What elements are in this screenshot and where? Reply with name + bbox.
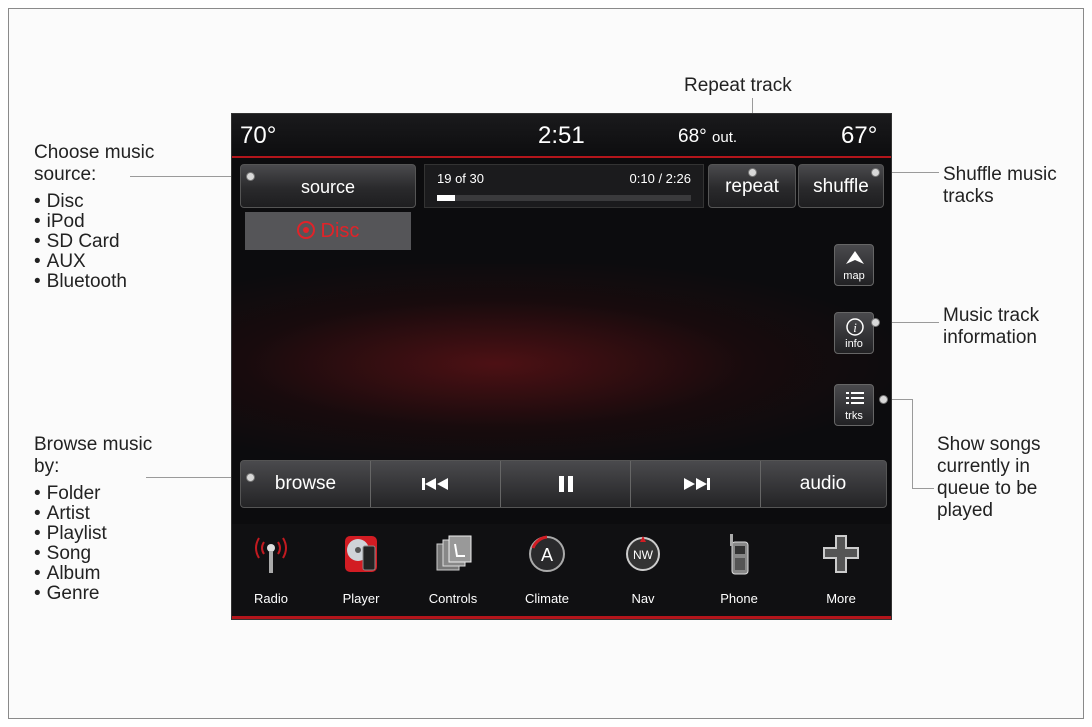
svg-text:i: i [853, 320, 857, 335]
next-track-icon [683, 477, 710, 490]
source-option: iPod [34, 212, 204, 232]
next-track-button[interactable] [631, 461, 761, 507]
dock-climate[interactable]: A Climate [512, 530, 582, 616]
controls-seat-icon [436, 535, 472, 571]
browse-option: Album [34, 564, 154, 584]
disc-icon [296, 221, 315, 239]
radio-antenna-icon [255, 537, 287, 573]
source-option: Disc [34, 192, 204, 212]
passenger-temperature: 67° [841, 122, 878, 149]
source-option: Bluetooth [34, 272, 204, 292]
status-bar: 70° 2:51 68° out. 67° [232, 114, 891, 158]
dock-more[interactable]: More [806, 530, 876, 616]
dock-climate-label: Climate [524, 591, 570, 606]
pause-icon [558, 475, 573, 492]
dock-nav-label: Nav [631, 591, 655, 606]
source-list: Disc iPod SD Card AUX Bluetooth [34, 192, 204, 292]
pause-button[interactable] [501, 461, 631, 507]
source-callout-dot [246, 172, 255, 181]
dock-more-label: More [826, 591, 856, 606]
outside-label: out. [712, 129, 738, 146]
map-arrow-icon [846, 251, 864, 264]
outside-temperature-value: 68° [678, 126, 707, 147]
info-label: info [845, 338, 863, 350]
selected-source-label: Disc [320, 220, 360, 242]
previous-track-button[interactable] [371, 461, 501, 507]
source-option: SD Card [34, 232, 204, 252]
info-callout-dot [871, 318, 880, 327]
compass-icon: NW [626, 536, 660, 571]
map-label: map [843, 270, 865, 282]
background-glow [232, 264, 891, 464]
head-unit-screen: 70° 2:51 68° out. 67° source Disc 19 of … [232, 114, 891, 619]
repeat-annotation: Repeat track [684, 75, 792, 96]
browse-annotation: Browse music by: Folder Artist Playlist … [34, 434, 154, 604]
choose-source-annotation: Choose music source: Disc iPod SD Card A… [34, 142, 204, 292]
browse-option: Playlist [34, 524, 154, 544]
browse-button[interactable]: browse [241, 461, 371, 507]
svg-text:NW: NW [633, 548, 654, 562]
clock: 2:51 [538, 122, 585, 149]
browse-option: Artist [34, 504, 154, 524]
shuffle-callout-dot [871, 168, 880, 177]
track-progress: 19 of 30 0:10 / 2:26 [424, 164, 704, 208]
shuffle-annotation: Shuffle music tracks [943, 164, 1057, 207]
browse-option: Genre [34, 584, 154, 604]
plus-icon [823, 535, 859, 573]
list-icon [846, 392, 864, 404]
queue-leader-line [912, 488, 934, 489]
progress-bar[interactable] [437, 195, 691, 201]
driver-temperature: 70° [240, 122, 277, 149]
source-button[interactable]: source [240, 164, 416, 208]
dock-player-label: Player [342, 591, 380, 606]
choose-source-title: Choose music source: [34, 142, 155, 185]
svg-text:A: A [541, 545, 553, 565]
progress-bar-fill [437, 195, 455, 201]
info-icon: i [846, 318, 864, 336]
browse-option-list: Folder Artist Playlist Song Album Genre [34, 484, 154, 604]
info-annotation: Music track information [943, 305, 1040, 348]
dock-nav[interactable]: NW Nav [608, 530, 678, 616]
source-option: AUX [34, 252, 204, 272]
track-position: 19 of 30 [437, 171, 484, 186]
tracks-button[interactable]: trks [834, 384, 874, 426]
map-button[interactable]: map [834, 244, 874, 286]
repeat-callout-dot [748, 168, 757, 177]
dock-radio-label: Radio [254, 591, 288, 606]
tracks-label: trks [845, 410, 863, 422]
audio-button[interactable]: audio [761, 461, 885, 507]
selected-source[interactable]: Disc [245, 212, 411, 250]
browse-option: Folder [34, 484, 154, 504]
browse-callout-dot [246, 473, 255, 482]
dock-phone[interactable]: Phone [704, 530, 774, 616]
dock-phone-label: Phone [720, 591, 758, 606]
browse-option: Song [34, 544, 154, 564]
dock-controls[interactable]: Controls [418, 530, 488, 616]
dock-player[interactable]: Player [326, 530, 396, 616]
outside-temperature: 68° out. [678, 126, 737, 148]
queue-annotation: Show songs currently in queue to be play… [937, 434, 1041, 521]
app-dock: Radio Player Controls A Climate NW Nav P… [232, 524, 891, 619]
playback-controls: browse audio [240, 460, 887, 508]
dock-controls-label: Controls [428, 591, 478, 606]
previous-track-icon [421, 477, 448, 490]
dock-accent-line [232, 616, 891, 619]
queue-callout-dot [879, 395, 888, 404]
track-time: 0:10 / 2:26 [629, 171, 691, 186]
climate-icon: A [529, 535, 565, 572]
queue-leader-line [912, 399, 913, 489]
browse-title: Browse music by: [34, 434, 153, 477]
phone-icon [730, 534, 749, 575]
dock-radio[interactable]: Radio [236, 530, 306, 616]
player-disc-icon [345, 536, 377, 572]
info-button[interactable]: i info [834, 312, 874, 354]
